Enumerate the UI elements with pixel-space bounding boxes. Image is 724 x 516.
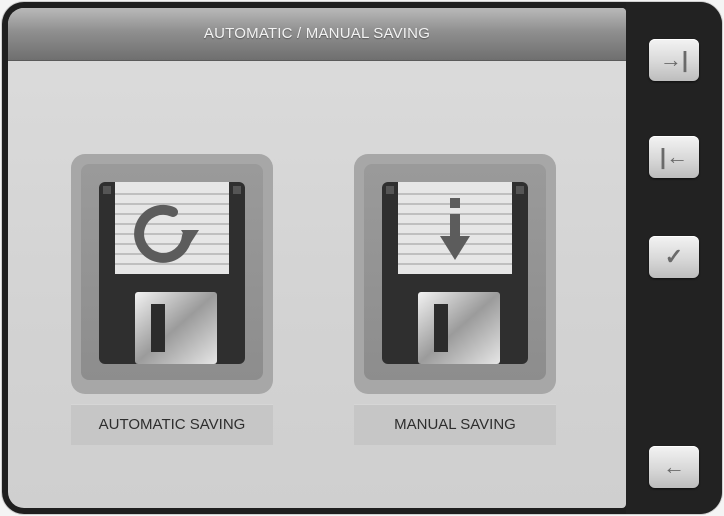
floppy-disk-download-icon <box>382 182 528 364</box>
tile-background <box>81 164 263 380</box>
device-frame: AUTOMATIC / MANUAL SAVING AUTOMATIC SAVI… <box>2 2 722 514</box>
check-icon: ✓ <box>664 244 684 269</box>
manual-saving-label-box: MANUAL SAVING <box>354 404 556 445</box>
side-toolbar: →| |← ✓ ← <box>626 2 722 514</box>
back-arrow-icon: ← <box>663 454 685 479</box>
tile-background <box>364 164 546 380</box>
manual-saving-label: MANUAL SAVING <box>394 416 516 433</box>
arrow-right-bar-icon: →| <box>659 47 689 72</box>
next-button[interactable]: →| <box>649 39 699 81</box>
automatic-saving-button[interactable] <box>71 154 273 394</box>
manual-saving-button[interactable] <box>354 154 556 394</box>
main-panel: AUTOMATIC / MANUAL SAVING AUTOMATIC SAVI… <box>8 8 626 508</box>
page-title: AUTOMATIC / MANUAL SAVING <box>203 25 431 42</box>
confirm-button[interactable]: ✓ <box>649 236 699 278</box>
automatic-saving-label-box: AUTOMATIC SAVING <box>71 404 273 445</box>
title-bar: AUTOMATIC / MANUAL SAVING <box>8 8 626 61</box>
back-button[interactable]: ← <box>649 446 699 488</box>
bar-arrow-left-icon: |← <box>659 144 689 169</box>
floppy-disk-refresh-icon <box>99 182 245 364</box>
automatic-saving-label: AUTOMATIC SAVING <box>98 416 246 433</box>
previous-button[interactable]: |← <box>649 136 699 178</box>
